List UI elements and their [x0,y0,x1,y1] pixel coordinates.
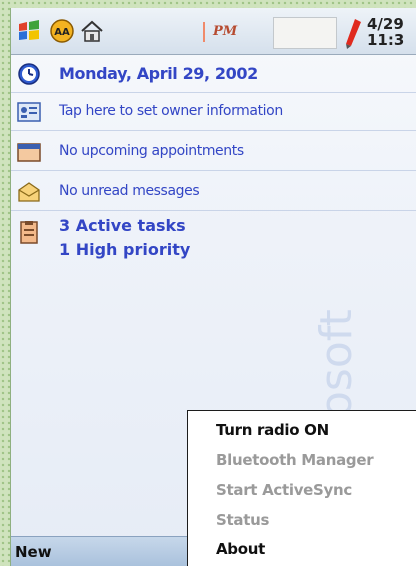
clock-time: 11:3 [367,31,405,49]
owner-card-icon [16,100,42,124]
inbox-icon [16,180,42,204]
clock-date: 4/29 [367,15,404,33]
svg-text:AA: AA [54,27,70,38]
stylus-pen-icon[interactable] [341,16,365,50]
aa-icon[interactable]: AA [47,19,77,43]
owner-info-link: Tap here to set owner information [59,103,283,119]
high-priority-text: 1 High priority [59,240,191,259]
owner-info-row[interactable]: Tap here to set owner information [11,94,416,131]
tasks-clipboard-icon [16,220,42,244]
context-popup-menu: Turn radio ON Bluetooth Manager Start Ac… [187,410,416,566]
menu-item-about[interactable]: About [216,540,265,558]
today-date: Monday, April 29, 2002 [59,64,258,83]
appointments-text: No upcoming appointments [59,143,244,159]
today-screen: obile osoft AA PM [10,8,416,566]
menu-item-status: Status [216,511,270,529]
active-tasks-text: 3 Active tasks [59,216,186,235]
watermark-microsoft: osoft [311,309,362,418]
taskbar: AA PM 4/29 11:3 [11,8,416,55]
tasks-row[interactable]: 3 Active tasks 1 High priority [11,214,416,268]
menu-item-turn-radio-on[interactable]: Turn radio ON [216,421,329,439]
clock-icon [16,62,42,86]
appointments-row[interactable]: No upcoming appointments [11,134,416,171]
menu-item-bluetooth-manager: Bluetooth Manager [216,451,374,469]
clock[interactable]: 4/29 11:3 [367,16,416,48]
messages-row[interactable]: No unread messages [11,174,416,211]
calendar-icon [16,140,42,164]
new-button[interactable]: New [15,543,52,561]
taskbar-field [273,17,337,49]
house-icon[interactable] [79,19,105,43]
menu-item-start-activesync: Start ActiveSync [216,481,353,499]
windows-flag-icon[interactable] [17,19,41,43]
pm-label: PM [203,22,245,42]
today-date-row[interactable]: Monday, April 29, 2002 [11,56,416,93]
messages-text: No unread messages [59,183,200,199]
